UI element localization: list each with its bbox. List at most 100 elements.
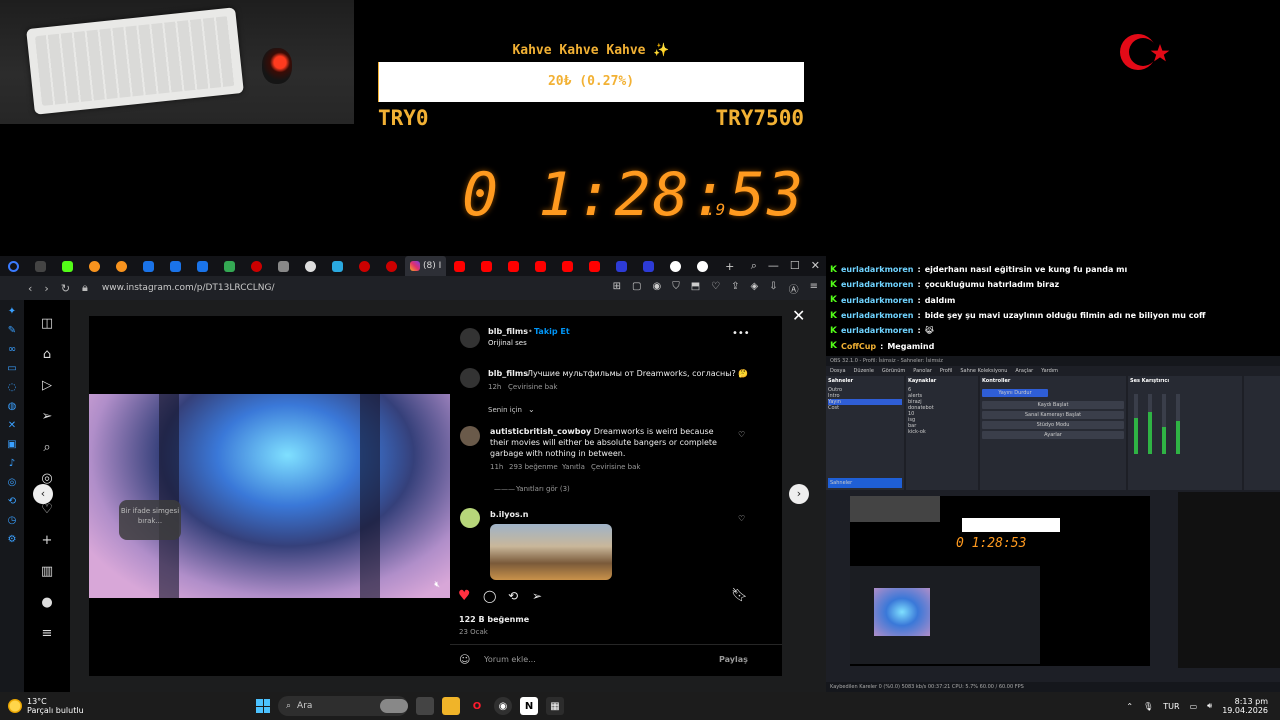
emoji-prompt-bubble[interactable]: Bir ifade simgesi bırak... <box>119 500 181 540</box>
close-modal-icon[interactable]: ✕ <box>792 306 805 325</box>
comment-like-icon[interactable]: ♡ <box>738 514 745 523</box>
obs-menu-item[interactable]: Yardım <box>1041 366 1058 376</box>
tab-island-icon[interactable]: ▣ <box>7 439 16 450</box>
view-replies-link[interactable]: Yanıtları gör (3) <box>516 485 570 493</box>
url-field[interactable]: www.instagram.com/p/DT13LRCCLNG/ <box>102 283 275 293</box>
comment-like-icon[interactable]: ♡ <box>738 430 745 439</box>
reload-icon[interactable]: ↻ <box>61 282 70 295</box>
previous-post-button[interactable]: ‹ <box>33 484 53 504</box>
bookmark-icon[interactable]: ⬒ <box>691 281 700 296</box>
camera-icon[interactable]: ◉ <box>652 281 661 296</box>
comment-input[interactable]: Yorum ekle... <box>484 655 536 664</box>
post-audio[interactable]: Orijinal ses <box>488 339 527 347</box>
obs-tab-scenes[interactable]: Sahneler <box>828 478 902 488</box>
dashboard-icon[interactable]: ▥ <box>41 564 53 579</box>
x-icon[interactable]: ✕ <box>8 420 16 431</box>
messages-icon[interactable]: ➢ <box>42 409 53 424</box>
comment-image[interactable] <box>490 524 612 580</box>
tab-icon[interactable] <box>216 256 243 276</box>
scene-item[interactable]: Cost <box>828 405 902 411</box>
obs-menu-item[interactable]: Dosya <box>830 366 846 376</box>
instagram-logo-icon[interactable]: ◫ <box>41 316 53 331</box>
post-comment-button[interactable]: Paylaş <box>719 655 748 664</box>
tab-icon[interactable] <box>351 256 378 276</box>
obs-menu-item[interactable]: Panolar <box>913 366 932 376</box>
save-bookmark-icon[interactable]: 🔖︎ <box>731 588 748 603</box>
comment-reply-link[interactable]: Yanıtla <box>562 463 585 471</box>
like-heart-icon[interactable]: ♥ <box>458 588 471 604</box>
obs-app-icon[interactable]: ◉ <box>494 697 512 715</box>
more-menu-icon[interactable]: ≡ <box>42 626 53 641</box>
maximize-icon[interactable]: ☐ <box>790 259 800 273</box>
google-tab-icon[interactable] <box>662 256 689 276</box>
obs-menu-item[interactable]: Düzenle <box>854 366 874 376</box>
opera-browser-icon[interactable]: O <box>468 697 486 715</box>
tray-expand-icon[interactable]: ⌃ <box>1126 702 1133 711</box>
messenger-icon[interactable]: ◌ <box>8 382 17 393</box>
share-icon[interactable]: ⇪ <box>731 281 739 296</box>
profile-avatar[interactable]: ● <box>41 595 52 610</box>
player-icon[interactable]: ◎ <box>8 477 17 488</box>
like-count[interactable]: 122 B beğenme <box>459 615 529 624</box>
start-recording-button[interactable]: Kaydı Başlat <box>982 401 1124 409</box>
more-options-icon[interactable]: ••• <box>732 328 750 339</box>
obs-menu-item[interactable]: Sahne Koleksiyonu <box>960 366 1007 376</box>
comment-avatar[interactable] <box>460 508 480 528</box>
new-tab-icon[interactable]: + <box>716 256 743 276</box>
caption-user[interactable]: blb_films <box>488 369 528 378</box>
tab-icon[interactable] <box>135 256 162 276</box>
tab-icon[interactable] <box>297 256 324 276</box>
obs-menu-item[interactable]: Araçlar <box>1015 366 1033 376</box>
youtube-tab-icon[interactable] <box>473 256 500 276</box>
caption-translate-link[interactable]: Çevirisine bak <box>508 383 557 391</box>
weather-widget[interactable]: 13°C Parçalı bulutlu <box>0 697 240 715</box>
keyboard-language[interactable]: TUR <box>1163 702 1179 711</box>
extension-icon[interactable]: ⊞ <box>613 281 621 296</box>
youtube-tab-icon[interactable] <box>527 256 554 276</box>
tab-icon[interactable] <box>162 256 189 276</box>
link-icon[interactable]: ∞ <box>8 344 16 355</box>
clock-icon[interactable]: ◷ <box>8 515 17 526</box>
volume-icon[interactable]: 🔊︎ <box>1207 701 1212 711</box>
download-icon[interactable]: ⇩ <box>769 281 777 296</box>
search-icon[interactable]: ⌕ <box>43 440 50 455</box>
snapshot-icon[interactable]: ▢ <box>632 281 641 296</box>
obs-menu-item[interactable]: Görünüm <box>882 366 905 376</box>
comment-likes[interactable]: 293 beğenme <box>509 463 558 471</box>
minimize-icon[interactable]: — <box>768 259 779 273</box>
cube-icon[interactable]: ◈ <box>751 281 759 296</box>
repost-icon[interactable]: ⟲ <box>508 589 518 603</box>
caption-avatar[interactable] <box>460 368 480 388</box>
comment-user[interactable]: b.ilyos.n <box>490 510 528 519</box>
taskbar-clock[interactable]: 8:13 pm 19.04.2026 <box>1222 697 1268 715</box>
next-post-button[interactable]: › <box>789 484 809 504</box>
comment-icon[interactable]: ◯ <box>483 589 496 603</box>
aria-icon[interactable]: ✦ <box>8 306 16 317</box>
network-icon[interactable]: ▭ <box>1190 702 1198 711</box>
comment-translate-link[interactable]: Çevirisine bak <box>591 463 640 471</box>
home-icon[interactable]: ⌂ <box>43 347 51 362</box>
post-video[interactable]: Bir ifade simgesi bırak... 🔇︎ <box>89 394 450 598</box>
music-icon[interactable]: ♪ <box>9 458 15 469</box>
whatsapp-icon[interactable]: ◍ <box>8 401 17 412</box>
source-item[interactable]: kick-ok <box>908 429 976 435</box>
notion-app-icon[interactable]: N <box>520 697 538 715</box>
studio-mode-button[interactable]: Stüdyo Modu <box>982 421 1124 429</box>
post-author[interactable]: blb_films <box>488 327 528 336</box>
tab-icon[interactable] <box>378 256 405 276</box>
tab-icon[interactable] <box>81 256 108 276</box>
close-icon[interactable]: ✕ <box>811 259 820 273</box>
chevron-down-icon[interactable]: ⌄ <box>528 405 535 414</box>
start-button-icon[interactable] <box>256 699 270 713</box>
youtube-tab-icon[interactable] <box>554 256 581 276</box>
workspace-icon[interactable]: ▭ <box>7 363 16 374</box>
file-explorer-icon[interactable] <box>442 697 460 715</box>
tab-icon[interactable] <box>27 256 54 276</box>
post-media[interactable]: Bir ifade simgesi bırak... 🔇︎ <box>89 316 450 676</box>
google-tab-icon[interactable] <box>689 256 716 276</box>
comment-avatar[interactable] <box>460 426 480 446</box>
virtual-camera-button[interactable]: Sanal Kamerayı Başlat <box>982 411 1124 419</box>
youtube-tab-icon[interactable] <box>446 256 473 276</box>
tab-icon[interactable] <box>108 256 135 276</box>
pinboard-icon[interactable]: ✎ <box>8 325 16 336</box>
